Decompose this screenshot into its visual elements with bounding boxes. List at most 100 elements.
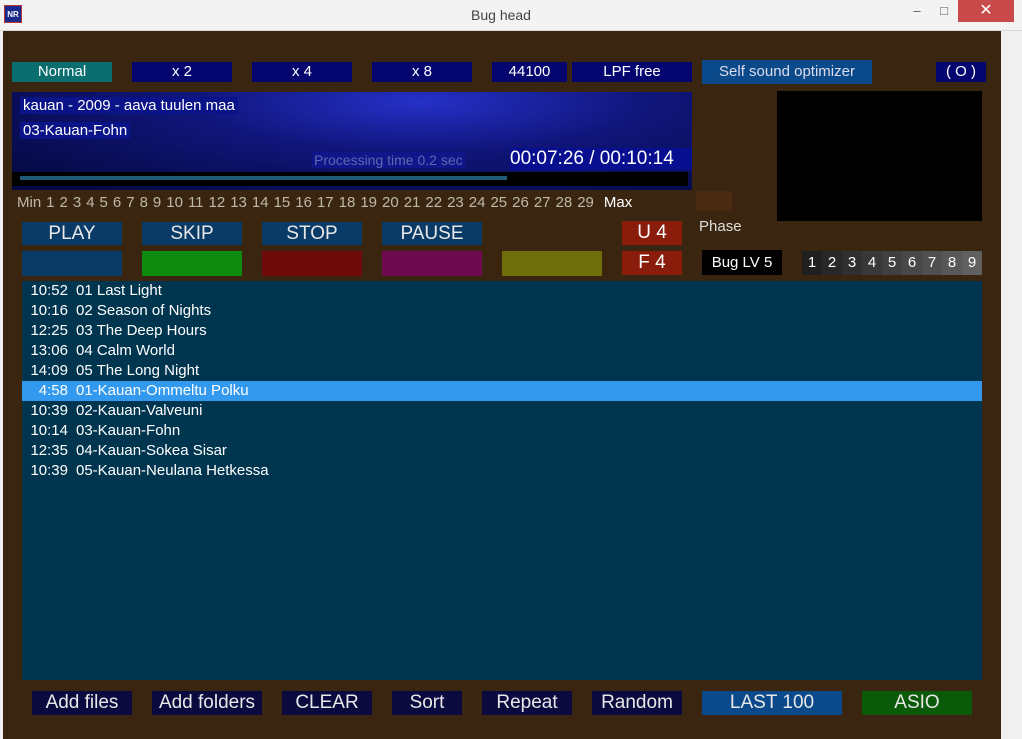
playlist-row[interactable]: 13:06 04 Calm World	[22, 341, 982, 361]
repeat-button[interactable]: Repeat	[482, 691, 572, 715]
playlist-row[interactable]: 10:39 05-Kauan-Neulana Hetkessa	[22, 461, 982, 481]
scale-number[interactable]: 15	[274, 194, 291, 211]
playlist-row[interactable]: 10:16 02 Season of Nights	[22, 301, 982, 321]
bug-level-2[interactable]: 2	[822, 251, 842, 275]
visualizer-panel	[777, 91, 982, 221]
bug-level-selector[interactable]: 123456789	[802, 251, 982, 275]
scale-number[interactable]: 28	[556, 194, 573, 211]
scale-number[interactable]: 20	[382, 194, 399, 211]
scale-number[interactable]: 16	[295, 194, 312, 211]
o-button[interactable]: ( O )	[936, 62, 986, 82]
scale-number[interactable]: 25	[490, 194, 507, 211]
track-duration: 12:35	[30, 442, 68, 459]
scale-number[interactable]: 26	[512, 194, 529, 211]
self-sound-optimizer-button[interactable]: Self sound optimizer	[702, 60, 872, 84]
u-button[interactable]: U 4	[622, 221, 682, 245]
clear-button[interactable]: CLEAR	[282, 691, 372, 715]
track-duration: 10:16	[30, 302, 68, 319]
scale-number[interactable]: 4	[86, 194, 94, 211]
scale-number[interactable]: 24	[469, 194, 486, 211]
playlist[interactable]: 10:52 01 Last Light 10:16 02 Season of Nigh…	[22, 281, 982, 680]
track-title: 05 The Long Night	[76, 362, 200, 379]
x4-button[interactable]: x 4	[252, 62, 352, 82]
scale-numbers: 1 2 3 4 5 6 7 8 9 10 11 12 13 14 15 16 17 18 19 20 21 22 23 24 2…	[46, 194, 599, 211]
normal-button[interactable]: Normal	[12, 62, 112, 82]
title-bar: NR Bug head ‒ □ ✕	[0, 0, 1022, 31]
bug-level-6[interactable]: 6	[902, 251, 922, 275]
bug-level-7[interactable]: 7	[922, 251, 942, 275]
close-button[interactable]: ✕	[958, 0, 1014, 22]
scale-number[interactable]: 12	[209, 194, 226, 211]
swatch-4[interactable]	[382, 251, 482, 276]
phase-indicator[interactable]	[696, 191, 732, 211]
swatch-3[interactable]	[262, 251, 362, 276]
track-duration: 10:39	[30, 402, 68, 419]
lpf-button[interactable]: LPF free	[572, 62, 692, 82]
sample-rate-button[interactable]: 44100	[492, 62, 567, 82]
random-button[interactable]: Random	[592, 691, 682, 715]
scale-number[interactable]: 1	[46, 194, 54, 211]
bug-level-1[interactable]: 1	[802, 251, 822, 275]
x2-button[interactable]: x 2	[132, 62, 232, 82]
track-duration: 12:25	[30, 322, 68, 339]
swatch-2[interactable]	[142, 251, 242, 276]
playlist-row[interactable]: 10:39 02-Kauan-Valveuni	[22, 401, 982, 421]
track-title: 01-Kauan-Ommeltu Polku	[76, 382, 249, 399]
track-duration: 13:06	[30, 342, 68, 359]
stop-button[interactable]: STOP	[262, 222, 362, 245]
track-title: 05-Kauan-Neulana Hetkessa	[76, 462, 269, 479]
scale-number[interactable]: 13	[230, 194, 247, 211]
scale-number[interactable]: 3	[73, 194, 81, 211]
scale-number[interactable]: 2	[60, 194, 68, 211]
bug-level-5[interactable]: 5	[882, 251, 902, 275]
playlist-row[interactable]: 4:58 01-Kauan-Ommeltu Polku	[22, 381, 982, 401]
scale-number[interactable]: 18	[339, 194, 356, 211]
track-title: 03 The Deep Hours	[76, 322, 207, 339]
sort-button[interactable]: Sort	[392, 691, 462, 715]
playlist-row[interactable]: 14:09 05 The Long Night	[22, 361, 982, 381]
scale-number[interactable]: 7	[126, 194, 134, 211]
asio-button[interactable]: ASIO	[862, 691, 972, 715]
pause-button[interactable]: PAUSE	[382, 222, 482, 245]
scale-number[interactable]: 23	[447, 194, 464, 211]
add-files-button[interactable]: Add files	[32, 691, 132, 715]
bug-level-4[interactable]: 4	[862, 251, 882, 275]
bug-level-8[interactable]: 8	[942, 251, 962, 275]
time-display: 00:07:26 / 00:10:14	[510, 148, 692, 170]
scale-number[interactable]: 19	[360, 194, 377, 211]
minimize-button[interactable]: ‒	[903, 0, 931, 22]
play-button[interactable]: PLAY	[22, 222, 122, 245]
scale-number[interactable]: 14	[252, 194, 269, 211]
scale-number[interactable]: 9	[153, 194, 161, 211]
scale-number[interactable]: 22	[425, 194, 442, 211]
bug-level-3[interactable]: 3	[842, 251, 862, 275]
skip-button[interactable]: SKIP	[142, 222, 242, 245]
scale-number[interactable]: 6	[113, 194, 121, 211]
playlist-row[interactable]: 12:25 03 The Deep Hours	[22, 321, 982, 341]
scale-number[interactable]: 29	[577, 194, 594, 211]
scale-number[interactable]: 5	[100, 194, 108, 211]
swatch-1[interactable]	[22, 251, 122, 276]
maximize-button[interactable]: □	[930, 0, 958, 22]
scale-number[interactable]: 11	[188, 194, 204, 211]
scale-number[interactable]: 10	[166, 194, 183, 211]
playlist-row[interactable]: 12:35 04-Kauan-Sokea Sisar	[22, 441, 982, 461]
bug-level-9[interactable]: 9	[962, 251, 982, 275]
scale-max: Max	[603, 194, 633, 211]
add-folders-button[interactable]: Add folders	[152, 691, 262, 715]
playlist-row[interactable]: 10:52 01 Last Light	[22, 281, 982, 301]
f-button[interactable]: F 4	[622, 251, 682, 275]
scale-number[interactable]: 8	[140, 194, 148, 211]
track-title: 04 Calm World	[76, 342, 175, 359]
level-scale[interactable]: Min 1 2 3 4 5 6 7 8 9 10 11 12 13 14 15 16 17 18 19 20 21 22 23…	[17, 194, 637, 211]
track-title: 04-Kauan-Sokea Sisar	[76, 442, 227, 459]
swatch-5[interactable]	[502, 251, 602, 276]
x8-button[interactable]: x 8	[372, 62, 472, 82]
scale-number[interactable]: 21	[404, 194, 421, 211]
processing-time: Processing time 0.2 sec	[312, 152, 465, 168]
track-duration: 10:14	[30, 422, 68, 439]
playlist-row[interactable]: 10:14 03-Kauan-Fohn	[22, 421, 982, 441]
scale-number[interactable]: 17	[317, 194, 334, 211]
last-100-button[interactable]: LAST 100	[702, 691, 842, 715]
scale-number[interactable]: 27	[534, 194, 551, 211]
